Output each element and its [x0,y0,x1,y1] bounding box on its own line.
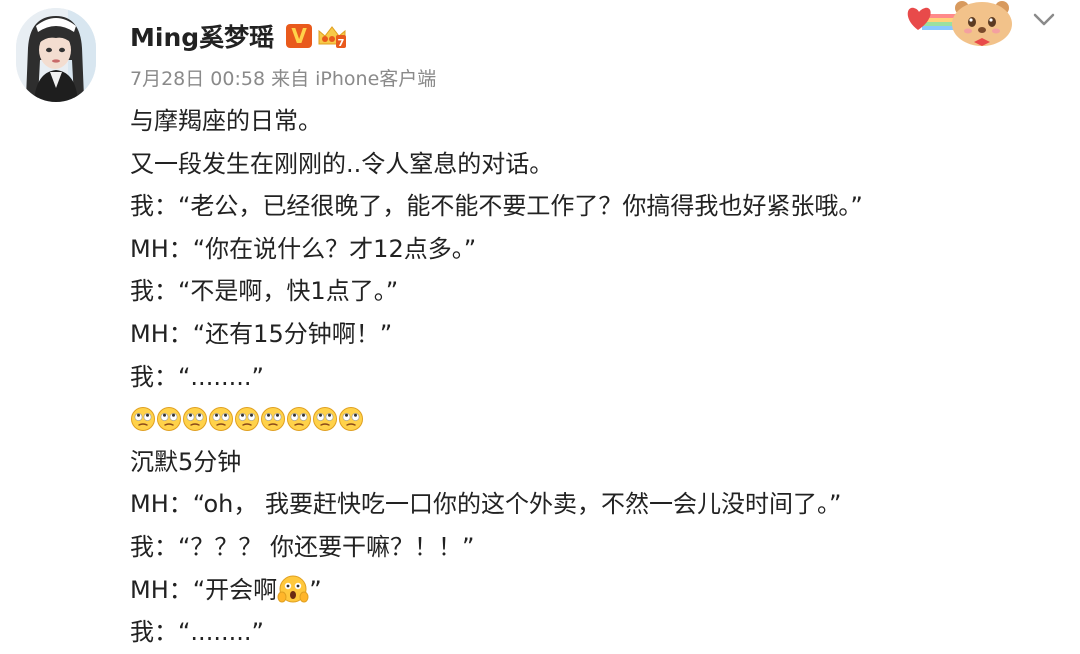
eye-roll-emoji [338,406,364,432]
post-line: 我：“老公，已经很晚了，能不能不要工作了？你搞得我也好紧张哦。” [130,192,863,221]
post-line: 又一段发生在刚刚的..令人窒息的对话。 [130,149,554,178]
post-line: 我：“........” [130,362,264,391]
post-line-text: MH：“开会啊 [130,575,278,604]
eye-roll-emoji [156,406,182,432]
eye-roll-emoji [286,406,312,432]
post-line: 我：“不是啊，快1点了。” [130,277,399,306]
post-line: 与摩羯座的日常。 [130,107,322,135]
author-row: Ming奚梦瑶 V 7 [130,18,348,54]
post-line: MH：“你在说什么？才12点多。” [130,234,477,263]
chevron-down-icon[interactable] [1030,6,1058,34]
post-line: 沉默5分钟 [130,447,242,476]
avatar[interactable] [16,8,96,102]
eye-roll-emoji [234,406,260,432]
author-name[interactable]: Ming奚梦瑶 [130,18,274,54]
emoji-row [130,398,1060,441]
post-body: 与摩羯座的日常。 又一段发生在刚刚的..令人窒息的对话。 我：“老公，已经很晚了… [130,100,1060,654]
eye-roll-emoji [130,406,156,432]
post-line: MH：“oh， 我要赶快吃一口你的这个外卖，不然一会儿没时间了。” [130,490,842,519]
post-line: 我：“？？？ 你还要干嘛？！！” [130,532,475,561]
post-line: 我：“........” [130,618,264,647]
verified-badge-icon[interactable]: V [286,24,313,48]
eye-roll-emoji [312,406,338,432]
bear-heart-sticker [902,0,1020,50]
eye-roll-emoji [208,406,234,432]
post-line: MH：“还有15分钟啊！” [130,319,393,348]
post-line: MH：“开会啊 ” [130,569,1060,612]
post-meta: 7月28日 00:58 来自 iPhone客户端 [130,68,437,90]
eye-roll-emoji [182,406,208,432]
post-line-text: ” [309,575,322,604]
eye-roll-emoji [260,406,286,432]
svg-text:7: 7 [338,38,345,49]
avatar-image [16,8,96,102]
shocked-emoji-icon [277,573,309,605]
crown-badge-icon[interactable]: 7 [316,22,348,50]
